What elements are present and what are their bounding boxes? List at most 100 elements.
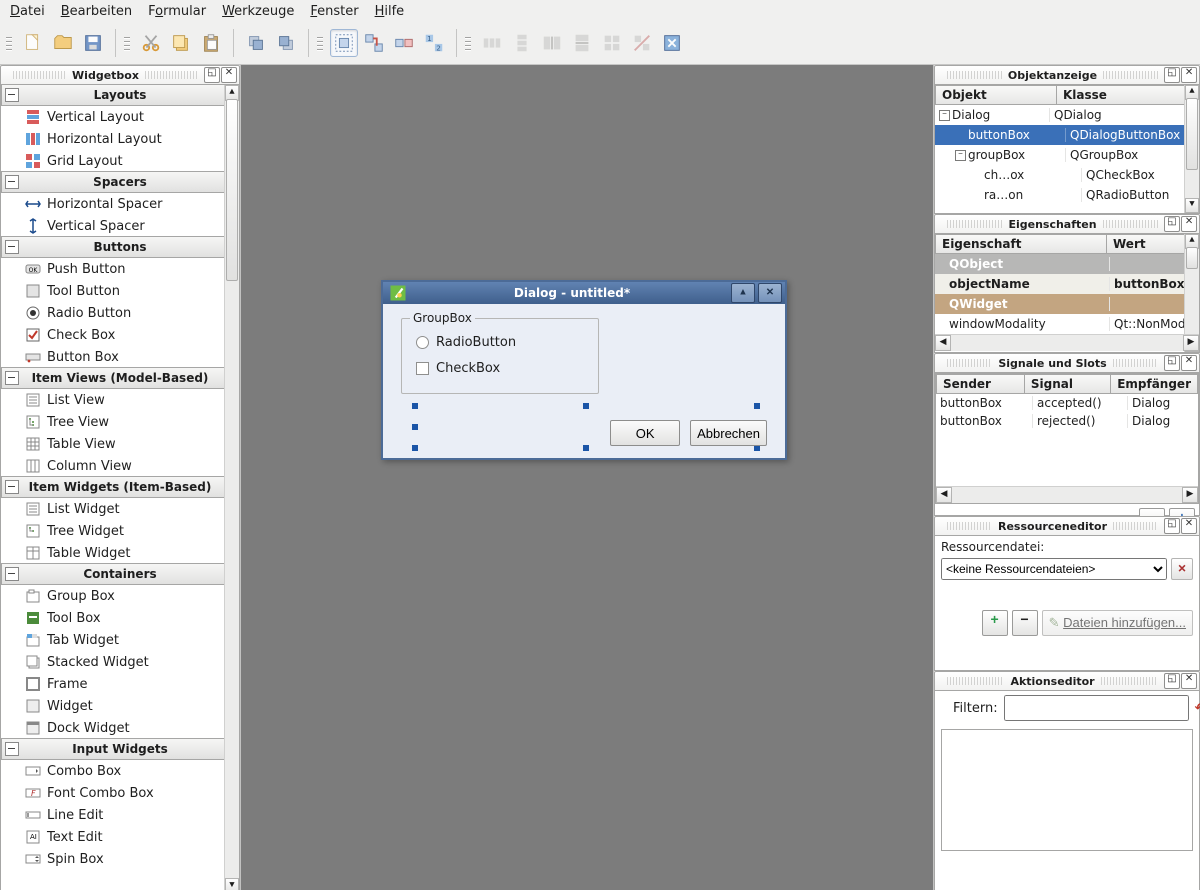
object-row[interactable]: ra…on QRadioButton: [935, 185, 1199, 205]
widget-item[interactable]: Tool Box: [1, 607, 239, 629]
widget-item[interactable]: Horizontal Layout: [1, 128, 239, 150]
filter-input[interactable]: [1004, 695, 1189, 721]
widget-item[interactable]: Check Box: [1, 324, 239, 346]
layout-vsplit-icon[interactable]: [568, 29, 596, 57]
widget-item[interactable]: List View: [1, 389, 239, 411]
close-icon[interactable]: ✕: [1181, 518, 1197, 534]
bring-front-icon[interactable]: [272, 29, 300, 57]
widget-item[interactable]: Tool Button: [1, 280, 239, 302]
category-input-widgets[interactable]: Input Widgets: [1, 738, 239, 760]
close-icon[interactable]: ✕: [221, 67, 237, 83]
scrollbar[interactable]: ▲▼: [224, 85, 239, 890]
property-group[interactable]: QObject: [935, 254, 1199, 274]
dialog-titlebar[interactable]: Dialog - untitled* ▴ ✕: [383, 282, 785, 304]
widget-item[interactable]: FFont Combo Box: [1, 782, 239, 804]
copy-icon[interactable]: [167, 29, 195, 57]
widget-item[interactable]: Line Edit: [1, 804, 239, 826]
widget-item[interactable]: Stacked Widget: [1, 651, 239, 673]
widget-item[interactable]: Tree Widget: [1, 520, 239, 542]
paste-icon[interactable]: [197, 29, 225, 57]
float-icon[interactable]: ◱: [204, 67, 220, 83]
widget-item[interactable]: Combo Box: [1, 760, 239, 782]
float-icon[interactable]: ◱: [1164, 673, 1180, 689]
resources-header[interactable]: Ressourceneditor ◱✕: [934, 516, 1200, 536]
widget-item[interactable]: Vertical Layout: [1, 106, 239, 128]
float-icon[interactable]: ◱: [1164, 67, 1180, 83]
float-icon[interactable]: ◱: [1164, 518, 1180, 534]
category-spacers[interactable]: Spacers: [1, 171, 239, 193]
layout-v-icon[interactable]: [508, 29, 536, 57]
edit-buddies-icon[interactable]: [390, 29, 418, 57]
shade-icon[interactable]: ▴: [731, 283, 755, 303]
object-inspector-header[interactable]: Objektanzeige ◱✕: [934, 65, 1200, 85]
column-class[interactable]: Klasse: [1057, 85, 1199, 105]
category-layouts[interactable]: Layouts: [1, 85, 239, 106]
cancel-button[interactable]: Abbrechen: [690, 420, 767, 446]
property-group[interactable]: QWidget: [935, 294, 1199, 314]
save-icon[interactable]: [79, 29, 107, 57]
column-property[interactable]: Eigenschaft: [935, 234, 1107, 254]
widget-item[interactable]: Table Widget: [1, 542, 239, 564]
widget-item[interactable]: Button Box: [1, 346, 239, 368]
close-icon[interactable]: ✕: [1181, 355, 1197, 371]
column-object[interactable]: Objekt: [935, 85, 1057, 105]
properties-header[interactable]: Eigenschaften ◱✕: [934, 214, 1200, 234]
group-box[interactable]: GroupBox RadioButton CheckBox: [401, 318, 599, 394]
widget-item[interactable]: Tab Widget: [1, 629, 239, 651]
widget-item[interactable]: Radio Button: [1, 302, 239, 324]
new-form-icon[interactable]: [19, 29, 47, 57]
widget-item[interactable]: Grid Layout: [1, 150, 239, 172]
edit-tab-order-icon[interactable]: 12: [420, 29, 448, 57]
signal-row[interactable]: buttonBoxaccepted()Dialog: [936, 394, 1198, 412]
add-files-button[interactable]: ✎ Dateien hinzufügen...: [1042, 610, 1193, 636]
property-row[interactable]: windowModalityQt::NonModal: [935, 314, 1199, 334]
send-back-icon[interactable]: [242, 29, 270, 57]
layout-h-icon[interactable]: [478, 29, 506, 57]
widget-item[interactable]: Widget: [1, 695, 239, 717]
layout-hsplit-icon[interactable]: [538, 29, 566, 57]
menu-item-edit[interactable]: Bearbeiten: [61, 4, 132, 19]
widget-item[interactable]: Table View: [1, 433, 239, 455]
open-icon[interactable]: [49, 29, 77, 57]
widget-item[interactable]: Vertical Spacer: [1, 215, 239, 237]
close-dialog-icon[interactable]: ✕: [758, 283, 782, 303]
resource-file-select[interactable]: <keine Ressourcendateien>: [941, 558, 1167, 580]
category-item-widgets-item-based-[interactable]: Item Widgets (Item-Based): [1, 476, 239, 498]
category-containers[interactable]: Containers: [1, 563, 239, 585]
float-icon[interactable]: ◱: [1164, 355, 1180, 371]
menu-item-file[interactable]: Datei: [10, 4, 45, 19]
menu-item-help[interactable]: Hilfe: [375, 4, 405, 19]
button-box[interactable]: OK Abbrechen: [401, 420, 767, 446]
object-row[interactable]: ch…ox QCheckBox: [935, 165, 1199, 185]
ok-button[interactable]: OK: [610, 420, 680, 446]
widget-item[interactable]: Horizontal Spacer: [1, 193, 239, 215]
signal-row[interactable]: buttonBoxrejected()Dialog: [936, 412, 1198, 430]
scrollbar[interactable]: ▲▼: [1184, 85, 1199, 213]
widget-item[interactable]: Dock Widget: [1, 717, 239, 739]
menu-item-form[interactable]: Formular: [148, 4, 206, 19]
signals-header[interactable]: Signale und Slots ◱✕: [934, 353, 1200, 373]
close-icon[interactable]: ✕: [1181, 67, 1197, 83]
object-row[interactable]: −groupBox QGroupBox: [935, 145, 1199, 165]
object-row[interactable]: −Dialog QDialog: [935, 105, 1199, 125]
add-resource-icon[interactable]: +: [982, 610, 1008, 636]
property-row[interactable]: objectNamebuttonBox: [935, 274, 1199, 294]
widget-item[interactable]: List Widget: [1, 498, 239, 520]
category-buttons[interactable]: Buttons: [1, 236, 239, 258]
menu-item-window[interactable]: Fenster: [310, 4, 358, 19]
category-item-views-model-based-[interactable]: Item Views (Model-Based): [1, 367, 239, 389]
widget-item[interactable]: Group Box: [1, 585, 239, 607]
widget-item[interactable]: Spin Box: [1, 848, 239, 870]
widget-item[interactable]: Tree View: [1, 411, 239, 433]
actions-header[interactable]: Aktionseditor ◱✕: [934, 671, 1200, 691]
widget-item[interactable]: AIText Edit: [1, 826, 239, 848]
menu-item-tools[interactable]: Werkzeuge: [222, 4, 294, 19]
radio-button[interactable]: RadioButton: [416, 329, 584, 355]
edit-signals-icon[interactable]: [360, 29, 388, 57]
object-row[interactable]: buttonBox QDialogButtonBox: [935, 125, 1199, 145]
widget-item[interactable]: Frame: [1, 673, 239, 695]
widget-item[interactable]: OKPush Button: [1, 258, 239, 280]
cut-icon[interactable]: [137, 29, 165, 57]
remove-resource-icon[interactable]: ✕: [1171, 558, 1193, 580]
close-icon[interactable]: ✕: [1181, 673, 1197, 689]
